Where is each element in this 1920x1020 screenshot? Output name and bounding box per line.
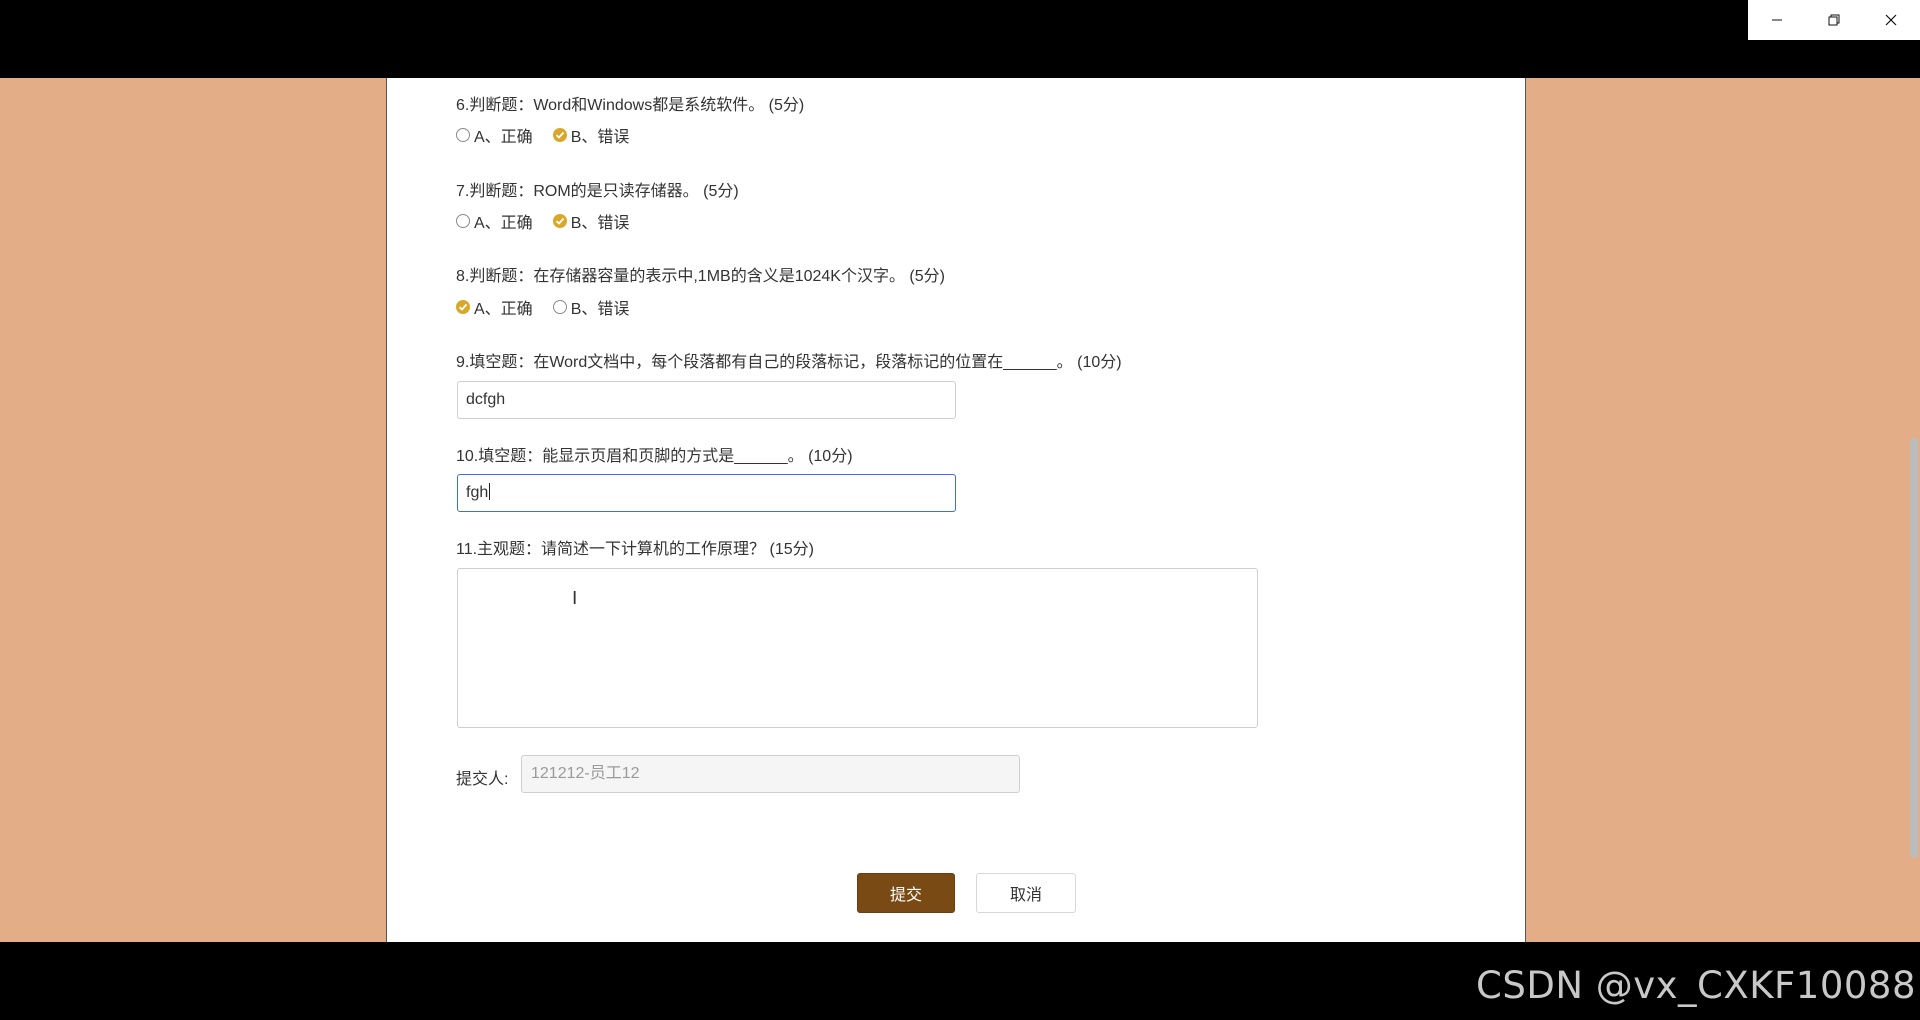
title-bar [0, 0, 1920, 78]
question-7-options: A、正确 B、错误 [456, 209, 629, 233]
question-10-value: fgh [466, 484, 489, 501]
option-label: B、错误 [570, 301, 630, 318]
watermark-text: CSDN @vx_CXKF10088 [1476, 964, 1916, 1007]
question-11-title: 11.主观题：请简述一下计算机的工作原理？ (15分) [456, 541, 814, 558]
exam-form: 6.判断题：Word和Windows都是系统软件。 (5分) A、正确 B、错误… [386, 78, 1526, 942]
bottom-bar: CSDN @vx_CXKF10088 [0, 942, 1920, 1020]
question-6-options: A、正确 B、错误 [456, 123, 629, 147]
submitter-field: 121212-员工12 [521, 755, 1020, 793]
close-button[interactable] [1862, 0, 1919, 40]
option-label: B、错误 [570, 129, 630, 146]
question-6-option-b[interactable]: B、错误 [552, 123, 630, 147]
close-icon [1885, 14, 1896, 26]
question-10-input[interactable]: fgh [457, 474, 956, 512]
text-cursor-icon: Ι [572, 588, 578, 609]
radio-unchecked-icon[interactable] [456, 214, 470, 228]
radio-unchecked-icon[interactable] [456, 128, 470, 142]
text-caret [489, 483, 491, 500]
minimize-button[interactable] [1748, 0, 1805, 40]
question-6-title: 6.判断题：Word和Windows都是系统软件。 (5分) [456, 97, 805, 114]
radio-unchecked-icon[interactable] [552, 300, 567, 314]
question-11-textarea[interactable]: Ι [457, 568, 1258, 728]
restore-icon [1828, 14, 1839, 26]
browser-viewport: 6.判断题：Word和Windows都是系统软件。 (5分) A、正确 B、错误… [0, 78, 1920, 942]
scrollbar-thumb[interactable] [1910, 438, 1918, 858]
question-8-options: A、正确 B、错误 [456, 295, 629, 319]
option-label: A、正确 [474, 215, 533, 232]
question-7-title: 7.判断题：ROM的是只读存储器。 (5分) [456, 183, 739, 200]
submitter-label: 提交人: [456, 771, 509, 788]
vertical-scrollbar[interactable] [1906, 78, 1920, 942]
question-6-option-a[interactable]: A、正确 [456, 123, 533, 147]
submit-button[interactable]: 提交 [857, 873, 955, 913]
question-9-title: 9.填空题：在Word文档中，每个段落都有自己的段落标记，段落标记的位置在___… [456, 354, 1122, 371]
question-9-input[interactable]: dcfgh [457, 381, 956, 419]
option-label: B、错误 [570, 215, 630, 232]
radio-checked-icon[interactable] [456, 300, 470, 314]
window-controls [1748, 0, 1920, 40]
radio-checked-icon[interactable] [552, 214, 567, 228]
question-7-option-b[interactable]: B、错误 [552, 209, 630, 233]
question-10-title: 10.填空题：能显示页眉和页脚的方式是______。 (10分) [456, 448, 853, 465]
restore-button[interactable] [1805, 0, 1862, 40]
radio-checked-icon[interactable] [552, 128, 567, 142]
cancel-button[interactable]: 取消 [976, 873, 1076, 913]
option-label: A、正确 [474, 129, 533, 146]
question-8-option-a[interactable]: A、正确 [456, 295, 533, 319]
minimize-icon [1771, 19, 1782, 21]
question-9-value: dcfgh [466, 391, 506, 408]
question-8-option-b[interactable]: B、错误 [552, 295, 630, 319]
option-label: A、正确 [474, 301, 533, 318]
question-8-title: 8.判断题：在存储器容量的表示中,1MB的含义是1024K个汉字。 (5分) [456, 268, 945, 285]
question-7-option-a[interactable]: A、正确 [456, 209, 533, 233]
